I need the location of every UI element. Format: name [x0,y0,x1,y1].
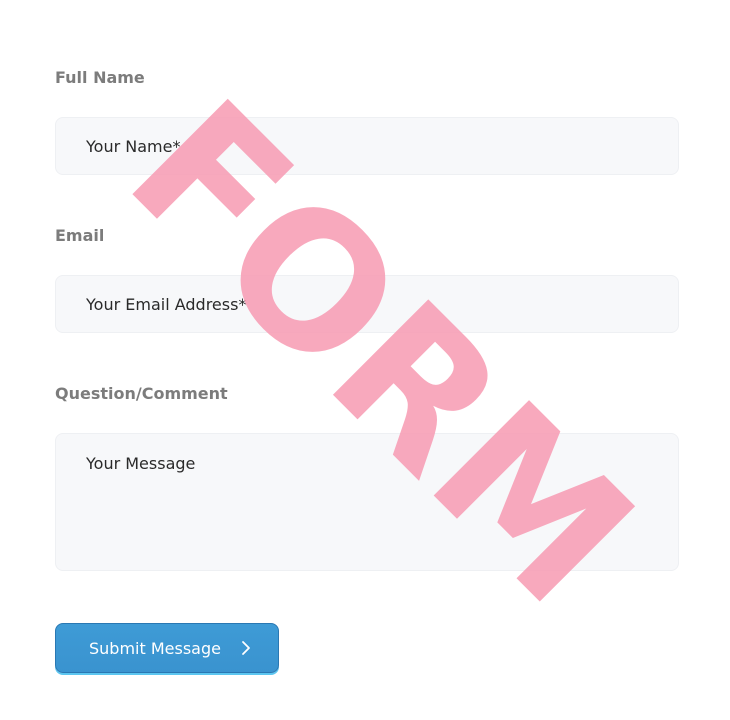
full-name-label: Full Name [55,68,145,87]
email-label: Email [55,226,105,245]
full-name-input[interactable] [55,117,679,175]
submit-message-button[interactable]: Submit Message [55,623,279,673]
email-input[interactable] [55,275,679,333]
question-comment-label: Question/Comment [55,384,228,403]
form-watermark: FORM [89,61,673,645]
message-textarea[interactable] [55,433,679,571]
submit-button-label: Submit Message [89,638,221,658]
chevron-right-icon [241,640,251,656]
